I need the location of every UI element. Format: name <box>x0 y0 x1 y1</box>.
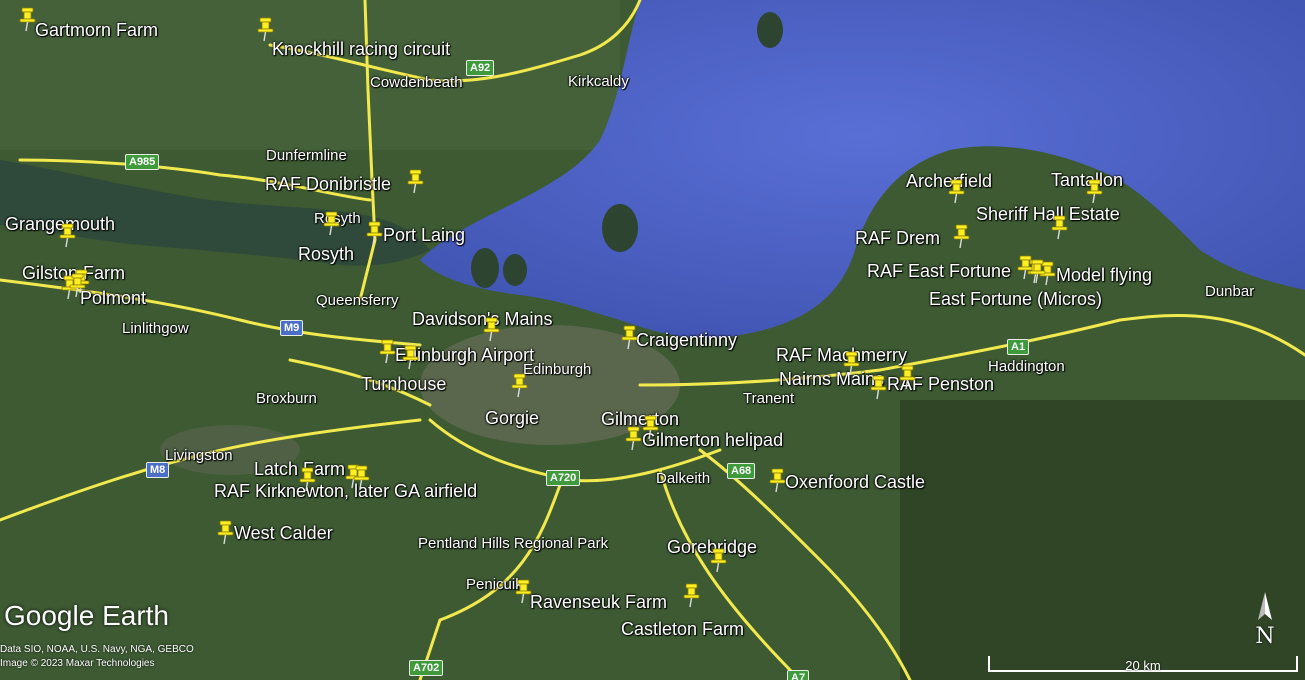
pushpin-icon[interactable] <box>322 210 342 236</box>
pushpin-icon[interactable] <box>624 425 644 451</box>
pushpin-icon[interactable] <box>378 338 398 364</box>
scale-bar: 20 km <box>988 656 1300 674</box>
pushpin-icon[interactable] <box>1050 214 1070 240</box>
road-shield: A92 <box>466 60 495 77</box>
town-label: Edinburgh <box>523 361 592 378</box>
town-label: Linlithgow <box>122 320 189 337</box>
road-shield: A702 <box>409 660 444 677</box>
town-label: Kirkcaldy <box>568 73 629 90</box>
town-label: Haddington <box>988 358 1065 375</box>
road-shield: A68 <box>727 463 756 480</box>
place-label[interactable]: RAF Drem <box>855 229 940 247</box>
town-label: Pentland Hills Regional Park <box>418 535 609 552</box>
place-label[interactable]: RAF East Fortune <box>867 262 1011 280</box>
compass-arrow-icon <box>1258 592 1272 620</box>
place-label[interactable]: Gorgie <box>485 409 539 427</box>
pushpin-icon[interactable] <box>709 547 729 573</box>
pushpin-icon[interactable] <box>365 220 385 246</box>
road-shield: M9 <box>280 320 304 337</box>
compass-north-icon[interactable]: N <box>1252 590 1278 650</box>
place-label[interactable]: Turnhouse <box>361 375 446 393</box>
place-label[interactable]: Rosyth <box>298 245 354 263</box>
pushpin-icon[interactable] <box>510 372 530 398</box>
island-small-2 <box>503 254 527 286</box>
pushpin-icon[interactable] <box>58 222 78 248</box>
pushpin-icon[interactable] <box>298 466 318 492</box>
pushpin-icon[interactable] <box>869 374 889 400</box>
place-label[interactable]: Knockhill racing circuit <box>272 40 450 58</box>
pushpin-icon[interactable] <box>256 16 276 42</box>
pushpin-icon[interactable] <box>401 344 421 370</box>
road-shield: M8 <box>146 462 170 479</box>
place-label[interactable]: Craigentinny <box>636 331 737 349</box>
pushpin-icon[interactable] <box>898 364 918 390</box>
pushpin-icon[interactable] <box>216 519 236 545</box>
town-label: Dalkeith <box>656 470 711 487</box>
google-earth-logo: Google Earth <box>4 600 169 631</box>
pushpin-icon[interactable] <box>514 578 534 604</box>
pushpin-icon[interactable] <box>682 582 702 608</box>
pushpin-icon[interactable] <box>18 6 38 32</box>
place-label[interactable]: Port Laing <box>383 226 465 244</box>
land-south-hills <box>900 400 1305 680</box>
pushpin-icon[interactable] <box>68 272 88 298</box>
pushpin-icon[interactable] <box>768 467 788 493</box>
pushpin-icon[interactable] <box>952 223 972 249</box>
pushpin-icon[interactable] <box>641 414 661 440</box>
town-label: Broxburn <box>256 390 317 407</box>
place-label[interactable]: West Calder <box>234 524 333 542</box>
pushpin-icon[interactable] <box>352 464 372 490</box>
place-label[interactable]: Ravenseuk Farm <box>530 593 667 611</box>
road-shield: A985 <box>125 154 160 171</box>
road-shield: A720 <box>546 470 581 487</box>
pushpin-icon[interactable] <box>842 350 862 376</box>
place-label[interactable]: Model flying <box>1056 266 1152 284</box>
scale-bar-label: 20 km <box>1125 658 1161 673</box>
town-label: Dunbar <box>1205 283 1255 300</box>
town-label: Cowdenbeath <box>370 74 463 91</box>
town-label: Dunfermline <box>266 147 347 164</box>
pushpin-icon[interactable] <box>1028 258 1048 284</box>
place-label[interactable]: RAF Donibristle <box>265 175 391 193</box>
place-label[interactable]: Gartmorn Farm <box>35 21 158 39</box>
place-label[interactable]: East Fortune (Micros) <box>929 290 1102 308</box>
pushpin-icon[interactable] <box>406 168 426 194</box>
island-north <box>757 12 783 48</box>
credit-line: Data SIO, NOAA, U.S. Navy, NGA, GEBCO <box>0 644 194 655</box>
island-inchkeith <box>602 204 638 252</box>
town-label: Livingston <box>165 447 233 464</box>
road-shield: A1 <box>1007 339 1030 356</box>
town-label: Queensferry <box>316 292 399 309</box>
place-label[interactable]: Castleton Farm <box>621 620 744 638</box>
credit-line: Image © 2023 Maxar Technologies <box>0 658 155 669</box>
place-label[interactable]: Gilmerton helipad <box>642 431 783 449</box>
imagery-credits: Data SIO, NOAA, U.S. Navy, NGA, GEBCO Im… <box>0 643 194 671</box>
pushpin-icon[interactable] <box>620 324 640 350</box>
satellite-map[interactable]: Gartmorn Farm Knockhill racing circuit R… <box>0 0 1305 680</box>
road-shield: A7 <box>787 670 810 680</box>
compass-label: N <box>1255 624 1275 649</box>
pushpin-icon[interactable] <box>947 178 967 204</box>
pushpin-icon[interactable] <box>1085 178 1105 204</box>
island-small-1 <box>471 248 499 288</box>
town-label: Tranent <box>743 390 795 407</box>
place-label[interactable]: Oxenfoord Castle <box>785 473 925 491</box>
pushpin-icon[interactable] <box>482 316 502 342</box>
place-label[interactable]: Sheriff Hall Estate <box>976 205 1120 223</box>
